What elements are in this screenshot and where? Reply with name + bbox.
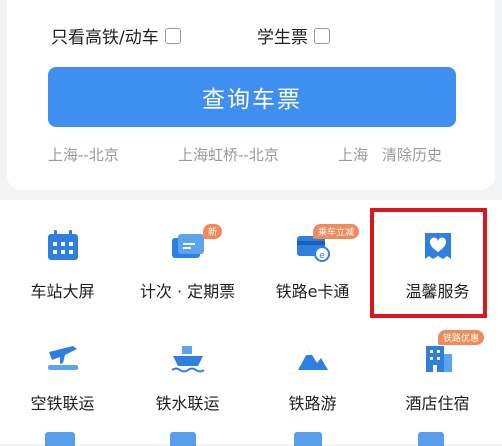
high-speed-only-option[interactable]: 只看高铁/动车 <box>51 23 181 48</box>
ticket-card-icon <box>171 234 204 258</box>
student-ticket-label: 学生票 <box>257 28 308 48</box>
history-item[interactable]: 上海 <box>338 144 368 165</box>
student-ticket-checkbox[interactable] <box>314 27 330 44</box>
service-hotel[interactable]: 铁路优惠 酒店住宿 <box>375 312 500 422</box>
high-speed-only-label: 只看高铁/动车 <box>51 28 159 48</box>
search-card: 只看高铁/动车 学生票 查询车票 上海--北京 上海虹桥--北京 上海 清除历史 <box>7 0 495 190</box>
new-badge: 新 <box>203 224 223 239</box>
service-label: 铁路e卡通 <box>275 282 350 301</box>
service-label: 计次 · 定期票 <box>139 282 236 301</box>
service-period-ticket[interactable]: 新 计次 · 定期票 <box>125 200 250 310</box>
highlight-box <box>370 208 487 318</box>
service-rail-ecard[interactable]: e 乘车立减 铁路e卡通 <box>250 200 375 310</box>
service-label: 铁路游 <box>288 394 337 413</box>
svg-text:e: e <box>319 251 325 261</box>
history-item[interactable]: 上海虹桥--北京 <box>178 144 279 165</box>
query-tickets-button[interactable]: 查询车票 <box>48 67 456 127</box>
clear-history-link[interactable]: 清除历史 <box>382 144 442 165</box>
service-rail-water[interactable]: 铁水联运 <box>125 312 250 422</box>
service-label: 酒店住宿 <box>405 394 470 413</box>
plane-train-icon <box>47 346 78 370</box>
mountain-icon <box>297 350 328 370</box>
student-ticket-option[interactable]: 学生票 <box>257 23 330 48</box>
service-label: 铁水联运 <box>155 394 220 413</box>
high-speed-only-checkbox[interactable] <box>164 27 181 44</box>
calendar-grid-icon <box>47 230 78 260</box>
discount-badge: 乘车立减 <box>313 224 360 239</box>
search-history: 上海--北京 上海虹桥--北京 上海 清除历史 <box>48 144 456 166</box>
service-station-screen[interactable]: 车站大屏 <box>0 200 125 310</box>
ship-icon <box>170 346 205 373</box>
hotel-building-icon <box>425 346 452 372</box>
service-label: 空铁联运 <box>30 394 95 413</box>
rail-discount-badge: 铁路优惠 <box>438 330 485 345</box>
service-rail-tour[interactable]: 铁路游 <box>250 312 375 422</box>
service-air-rail[interactable]: 空铁联运 <box>0 312 125 422</box>
service-label: 车站大屏 <box>30 282 95 301</box>
history-item[interactable]: 上海--北京 <box>48 144 119 165</box>
